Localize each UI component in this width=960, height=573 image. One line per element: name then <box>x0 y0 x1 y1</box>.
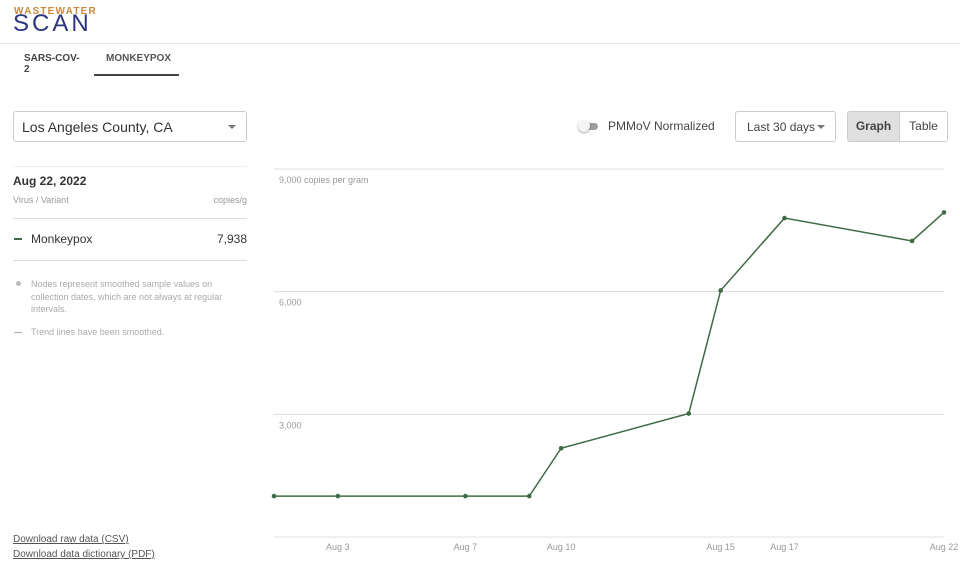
data-point[interactable] <box>558 445 564 451</box>
data-point[interactable] <box>526 493 532 499</box>
x-tick-label: Aug 3 <box>326 542 350 552</box>
data-point[interactable] <box>271 493 277 499</box>
x-tick-label: Aug 22 <box>930 542 959 552</box>
data-point[interactable] <box>941 210 947 215</box>
y-tick-label: 3,000 <box>279 420 302 430</box>
line-chart: 3,000 6,000 9,000 copies per gram Aug 3 Aug… <box>271 168 959 552</box>
x-tick-label: Aug 17 <box>770 542 799 552</box>
data-point[interactable] <box>909 238 915 244</box>
x-tick-label: Aug 15 <box>706 542 735 552</box>
x-tick-label: Aug 10 <box>547 542 576 552</box>
data-point[interactable] <box>463 493 468 499</box>
y-tick-label: 9,000 copies per gram <box>279 175 369 185</box>
x-tick-label: Aug 7 <box>454 542 478 552</box>
series-line-monkeypox <box>274 211 945 497</box>
data-point[interactable] <box>686 411 692 416</box>
y-tick-label: 6,000 <box>279 298 302 308</box>
data-point[interactable] <box>782 215 787 221</box>
data-point[interactable] <box>718 288 723 293</box>
data-point[interactable] <box>335 493 341 499</box>
